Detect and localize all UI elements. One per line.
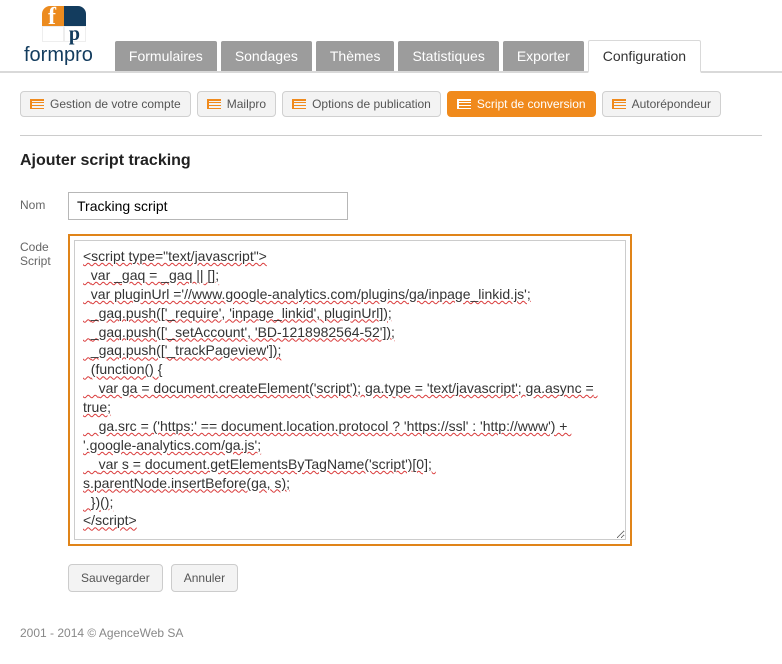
- subnav-options-de-publication[interactable]: Options de publication: [282, 91, 441, 117]
- main-tab-thèmes[interactable]: Thèmes: [316, 41, 395, 71]
- main-nav: FormulairesSondagesThèmesStatistiquesExp…: [115, 40, 701, 71]
- main-tab-sondages[interactable]: Sondages: [221, 41, 312, 71]
- app-header: fp formpro FormulairesSondagesThèmesStat…: [0, 0, 782, 73]
- subnav-script-de-conversion[interactable]: Script de conversion: [447, 91, 596, 117]
- cancel-button[interactable]: Annuler: [171, 564, 238, 592]
- footer-text: 2001 - 2014 © AgenceWeb SA: [0, 602, 782, 664]
- subnav-label: Mailpro: [227, 97, 266, 111]
- subnav-label: Options de publication: [312, 97, 431, 111]
- name-label: Nom: [20, 192, 68, 212]
- main-tab-statistiques[interactable]: Statistiques: [398, 41, 498, 71]
- main-tab-formulaires[interactable]: Formulaires: [115, 41, 217, 71]
- subnav-mailpro[interactable]: Mailpro: [197, 91, 276, 117]
- code-frame: <script type="text/javascript"> var _gaq…: [68, 234, 632, 546]
- main-tab-configuration[interactable]: Configuration: [588, 40, 701, 73]
- list-icon: [207, 99, 221, 109]
- brand-logo: fp formpro: [24, 6, 93, 71]
- main-tab-exporter[interactable]: Exporter: [503, 41, 584, 71]
- page-title: Ajouter script tracking: [20, 152, 762, 170]
- subnav-label: Script de conversion: [477, 97, 586, 111]
- subnav-label: Gestion de votre compte: [50, 97, 181, 111]
- sub-nav: Gestion de votre compte Mailpro Options de…: [20, 91, 762, 136]
- list-icon: [457, 99, 471, 109]
- action-row: Sauvegarder Annuler: [68, 564, 762, 592]
- subnav-autorépondeur[interactable]: Autorépondeur: [602, 91, 721, 117]
- code-label: Code Script: [20, 234, 68, 268]
- list-icon: [292, 99, 306, 109]
- name-input[interactable]: [68, 192, 348, 220]
- code-row: Code Script <script type="text/javascrip…: [20, 234, 762, 546]
- save-button[interactable]: Sauvegarder: [68, 564, 163, 592]
- brand-name: formpro: [24, 44, 93, 67]
- list-icon: [612, 99, 626, 109]
- name-row: Nom: [20, 192, 762, 220]
- subnav-label: Autorépondeur: [632, 97, 711, 111]
- logo-icon: fp: [42, 6, 86, 42]
- list-icon: [30, 99, 44, 109]
- subnav-gestion-de-votre-compte[interactable]: Gestion de votre compte: [20, 91, 191, 117]
- content-area: Gestion de votre compte Mailpro Options de…: [0, 73, 782, 602]
- code-textarea[interactable]: <script type="text/javascript"> var _gaq…: [74, 240, 626, 540]
